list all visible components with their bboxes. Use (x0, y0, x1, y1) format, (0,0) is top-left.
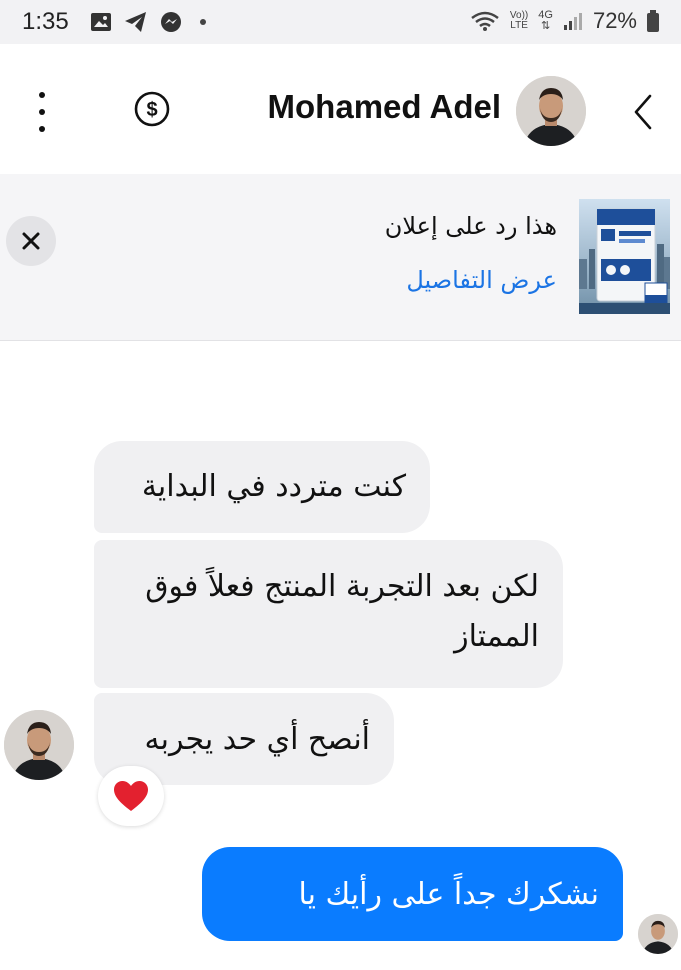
ad-reply-title: هذا رد على إعلان (384, 212, 557, 240)
read-receipt-avatar (638, 914, 678, 954)
message-text: الممتاز (454, 619, 539, 654)
dollar-icon[interactable]: $ (134, 91, 170, 127)
kebab-menu-icon-dot (39, 126, 45, 132)
volte-bottom: LTE (510, 20, 528, 31)
message-reaction[interactable] (98, 766, 164, 826)
message-text: أنصح أي حد يجربه (144, 722, 370, 757)
incoming-message[interactable]: لكن بعد التجربة المنتج فعلاً فوق الممتاز (94, 540, 563, 688)
telegram-icon (125, 12, 146, 32)
kebab-menu-icon (39, 92, 45, 98)
avatar-image (4, 710, 74, 780)
incoming-message[interactable]: كنت متردد في البداية (94, 441, 430, 533)
volte-indicator: Vo)) LTE (510, 11, 528, 31)
message-text: نشكرك جداً على رأيك يا محمد (298, 877, 599, 962)
close-icon (22, 232, 40, 250)
notification-icons (90, 11, 206, 33)
svg-text:$: $ (146, 99, 157, 121)
message-text: كنت متردد في البداية (141, 469, 406, 504)
kebab-menu-icon-dot (39, 109, 45, 115)
chat-header: $ Mohamed Adel (0, 44, 681, 174)
messenger-icon (161, 12, 181, 32)
status-time: 1:35 (22, 8, 69, 35)
menu-button[interactable] (30, 92, 54, 132)
status-bar: 1:35 Vo)) LTE 4G ⇅ 72% (0, 0, 681, 44)
battery-percentage: 72% (592, 8, 637, 33)
view-details-link[interactable]: عرض التفاصيل (406, 266, 557, 294)
gallery-icon (91, 13, 111, 31)
message-text: لكن بعد التجربة المنتج فعلاً فوق (145, 569, 539, 604)
data-arrows-icon: ⇅ (541, 20, 551, 32)
system-status: Vo)) LTE 4G ⇅ 72% (470, 8, 659, 34)
sender-avatar[interactable] (4, 710, 74, 780)
product-box-image (579, 208, 670, 314)
wifi-icon (471, 11, 499, 31)
contact-avatar[interactable] (516, 76, 586, 146)
avatar-image (638, 914, 678, 954)
ad-thumbnail[interactable] (579, 199, 670, 314)
signal-icon (563, 13, 582, 30)
close-banner-button[interactable] (6, 216, 56, 266)
ad-reply-banner: هذا رد على إعلان عرض التفاصيل (0, 174, 681, 341)
outgoing-message[interactable]: نشكرك جداً على رأيك يا محمد (202, 847, 623, 962)
heart-icon (114, 781, 148, 811)
more-notifications-dot (200, 19, 206, 25)
network-indicator: 4G ⇅ (538, 10, 553, 32)
chevron-left-icon[interactable] (628, 92, 658, 132)
contact-name[interactable]: Mohamed Adel (268, 88, 501, 126)
avatar-image (516, 76, 586, 146)
battery-icon (647, 10, 659, 32)
